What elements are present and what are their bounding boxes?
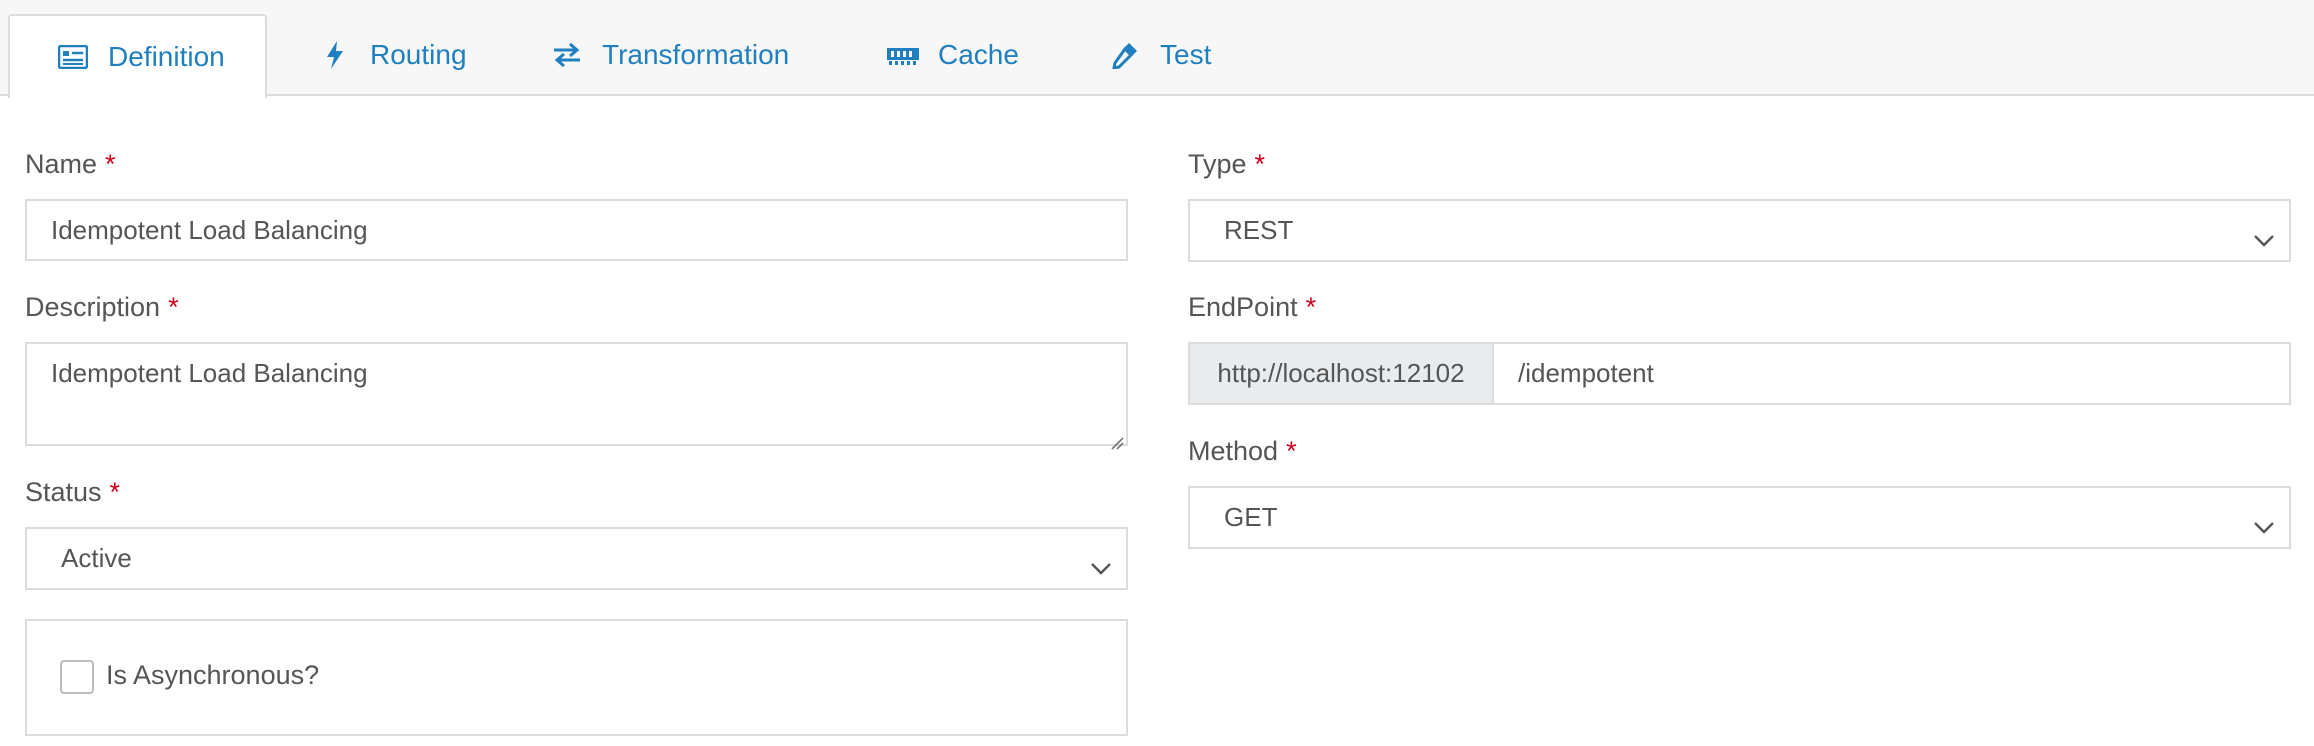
chevron-down-icon xyxy=(2253,224,2275,247)
method-select[interactable]: GET xyxy=(1188,486,2291,549)
status-select[interactable]: Active xyxy=(25,527,1128,590)
endpoint-path-value: /idempotent xyxy=(1518,358,1654,388)
name-label: Name * xyxy=(25,149,116,179)
tab-label: Routing xyxy=(370,39,467,70)
type-value: REST xyxy=(1224,215,1294,245)
tab-transformation[interactable]: Transformation xyxy=(536,14,803,96)
tab-label: Test xyxy=(1160,39,1212,70)
tab-routing[interactable]: Routing xyxy=(304,14,481,96)
name-value: Idempotent Load Balancing xyxy=(51,214,368,245)
tab-bar: Definition Routing Transformation Cache … xyxy=(0,0,2314,98)
required-mark: * xyxy=(1286,436,1297,466)
required-mark: * xyxy=(105,149,116,179)
required-mark: * xyxy=(168,292,179,322)
memory-icon xyxy=(886,38,920,72)
tab-definition[interactable]: Definition xyxy=(8,14,267,98)
required-mark: * xyxy=(109,477,121,507)
dropper-icon xyxy=(1108,38,1142,72)
type-label: Type * xyxy=(1188,149,1266,179)
method-value: GET xyxy=(1224,502,1278,532)
endpoint-base-url: http://localhost:12102 xyxy=(1188,342,1494,405)
required-mark: * xyxy=(1254,149,1266,179)
chevron-down-icon xyxy=(1090,552,1112,575)
tab-cache[interactable]: Cache xyxy=(872,14,1033,96)
endpoint-path-input[interactable]: /idempotent xyxy=(1492,342,2291,405)
type-select[interactable]: REST xyxy=(1188,199,2291,262)
description-textarea[interactable]: Idempotent Load Balancing xyxy=(25,342,1128,450)
tab-label: Definition xyxy=(108,41,225,72)
description-label: Description * xyxy=(25,292,179,322)
method-label: Method * xyxy=(1188,436,1297,466)
status-label: Status * xyxy=(25,477,121,507)
async-checkbox[interactable] xyxy=(60,660,94,694)
bolt-icon xyxy=(318,38,352,72)
tab-label: Transformation xyxy=(602,39,790,70)
chevron-down-icon xyxy=(2253,511,2275,534)
tab-test[interactable]: Test xyxy=(1094,14,1225,96)
endpoint-label: EndPoint * xyxy=(1188,292,1317,322)
list-icon xyxy=(56,40,90,74)
tab-label: Cache xyxy=(938,39,1019,70)
status-value: Active xyxy=(61,543,132,573)
description-value: Idempotent Load Balancing xyxy=(51,358,368,388)
required-mark: * xyxy=(1305,292,1317,322)
async-label: Is Asynchronous? xyxy=(106,660,320,690)
resize-grip-icon[interactable] xyxy=(1108,426,1124,450)
name-input[interactable]: Idempotent Load Balancing xyxy=(25,199,1128,261)
swap-arrows-icon xyxy=(550,38,584,72)
